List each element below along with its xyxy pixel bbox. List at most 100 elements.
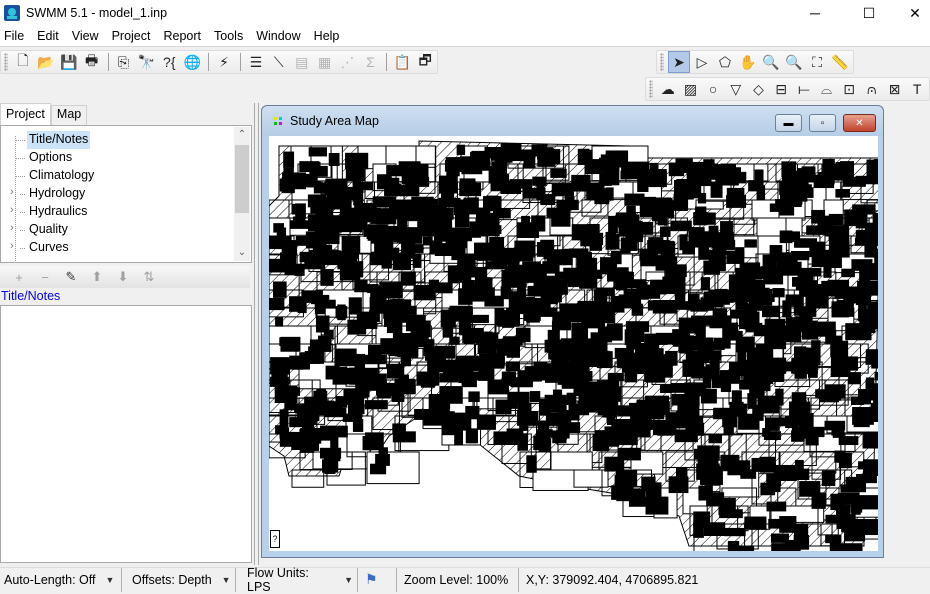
node-marker[interactable] xyxy=(568,248,589,258)
node-marker[interactable] xyxy=(464,333,474,345)
node-marker[interactable] xyxy=(532,176,547,186)
node-marker[interactable] xyxy=(811,209,826,224)
divider-icon[interactable]: ◇ xyxy=(748,78,770,100)
node-marker[interactable] xyxy=(540,239,555,251)
node-marker[interactable] xyxy=(607,414,616,426)
node-marker[interactable] xyxy=(365,432,384,450)
node-marker[interactable] xyxy=(703,522,726,537)
node-marker[interactable] xyxy=(719,509,743,519)
copy-icon[interactable]: ⎘ xyxy=(113,51,135,73)
node-marker[interactable] xyxy=(283,168,294,186)
pump-icon[interactable]: ⌓ xyxy=(816,78,838,100)
node-marker[interactable] xyxy=(600,326,620,337)
node-marker[interactable] xyxy=(744,239,757,248)
node-marker[interactable] xyxy=(521,215,530,225)
node-marker[interactable] xyxy=(379,282,403,299)
node-marker[interactable] xyxy=(539,398,551,416)
menu-edit[interactable]: Edit xyxy=(33,29,66,43)
node-marker[interactable] xyxy=(724,527,746,537)
node-marker[interactable] xyxy=(614,474,630,490)
node-marker[interactable] xyxy=(727,460,751,476)
node-marker[interactable] xyxy=(462,268,472,283)
node-marker[interactable] xyxy=(533,275,558,294)
node-marker[interactable] xyxy=(821,470,836,487)
node-marker[interactable] xyxy=(335,425,348,438)
map-canvas[interactable]: ? xyxy=(269,136,878,551)
node-marker[interactable] xyxy=(454,210,470,228)
node-marker[interactable] xyxy=(697,192,707,204)
node-marker[interactable] xyxy=(831,386,842,401)
node-marker[interactable] xyxy=(320,269,334,286)
node-marker[interactable] xyxy=(438,197,461,208)
node-marker[interactable] xyxy=(693,521,704,538)
node-marker[interactable] xyxy=(760,266,775,275)
node-marker[interactable] xyxy=(660,384,672,393)
node-marker[interactable] xyxy=(811,492,826,509)
node-marker[interactable] xyxy=(299,161,320,173)
rain-gage-icon[interactable]: ☁ xyxy=(657,78,679,100)
node-marker[interactable] xyxy=(300,427,322,444)
node-marker[interactable] xyxy=(801,267,822,277)
node-marker[interactable] xyxy=(275,317,284,327)
node-marker[interactable] xyxy=(858,388,872,405)
node-marker[interactable] xyxy=(291,203,305,215)
select-region-icon[interactable]: ⬠ xyxy=(714,51,736,73)
node-marker[interactable] xyxy=(468,314,489,324)
node-marker[interactable] xyxy=(428,279,440,293)
node-marker[interactable] xyxy=(797,168,813,179)
node-marker[interactable] xyxy=(790,250,810,261)
node-marker[interactable] xyxy=(872,213,878,230)
node-marker[interactable] xyxy=(551,209,571,227)
node-marker[interactable] xyxy=(436,212,446,222)
arrange-windows-icon[interactable]: 🗗 xyxy=(414,51,436,73)
node-marker[interactable] xyxy=(607,233,619,250)
legend-toggle-button[interactable]: ? xyxy=(270,530,280,548)
items-list[interactable] xyxy=(0,305,252,563)
node-marker[interactable] xyxy=(837,299,854,317)
tree-item-options[interactable]: Options xyxy=(27,149,74,167)
node-marker[interactable] xyxy=(677,185,702,199)
node-marker[interactable] xyxy=(838,543,863,551)
delete-icon[interactable]: − xyxy=(32,270,58,285)
node-marker[interactable] xyxy=(613,275,622,290)
node-marker[interactable] xyxy=(537,420,550,436)
node-marker[interactable] xyxy=(729,401,744,413)
expand-chevron-icon[interactable]: › xyxy=(10,186,14,198)
map-minimize-button[interactable]: ▬ xyxy=(775,114,802,132)
menu-file[interactable]: File xyxy=(0,29,31,43)
node-marker[interactable] xyxy=(342,195,352,212)
node-marker[interactable] xyxy=(552,389,563,402)
node-marker[interactable] xyxy=(761,306,780,318)
node-marker[interactable] xyxy=(660,249,670,262)
node-marker[interactable] xyxy=(744,303,758,320)
node-marker[interactable] xyxy=(493,431,513,445)
node-marker[interactable] xyxy=(626,321,650,333)
node-marker[interactable] xyxy=(325,215,342,233)
node-marker[interactable] xyxy=(544,339,558,353)
node-marker[interactable] xyxy=(835,189,850,198)
node-marker[interactable] xyxy=(593,289,608,307)
node-marker[interactable] xyxy=(557,422,581,433)
node-marker[interactable] xyxy=(838,452,852,469)
node-marker[interactable] xyxy=(490,180,511,192)
node-marker[interactable] xyxy=(442,322,454,338)
options-icon[interactable]: 📋 xyxy=(391,51,413,73)
node-marker[interactable] xyxy=(607,390,620,400)
node-marker[interactable] xyxy=(269,376,289,387)
node-marker[interactable] xyxy=(756,185,766,200)
node-marker[interactable] xyxy=(288,433,298,447)
node-marker[interactable] xyxy=(688,415,704,434)
node-marker[interactable] xyxy=(354,210,368,219)
node-marker[interactable] xyxy=(364,354,386,365)
node-marker[interactable] xyxy=(475,207,491,219)
node-marker[interactable] xyxy=(725,171,747,184)
tree-item-title-notes[interactable]: Title/Notes xyxy=(27,131,91,149)
node-marker[interactable] xyxy=(789,404,806,416)
node-marker[interactable] xyxy=(703,159,715,173)
node-marker[interactable] xyxy=(607,372,624,382)
node-marker[interactable] xyxy=(851,506,861,515)
node-marker[interactable] xyxy=(317,335,332,352)
node-marker[interactable] xyxy=(491,161,507,178)
node-marker[interactable] xyxy=(724,330,743,341)
node-marker[interactable] xyxy=(314,299,336,309)
